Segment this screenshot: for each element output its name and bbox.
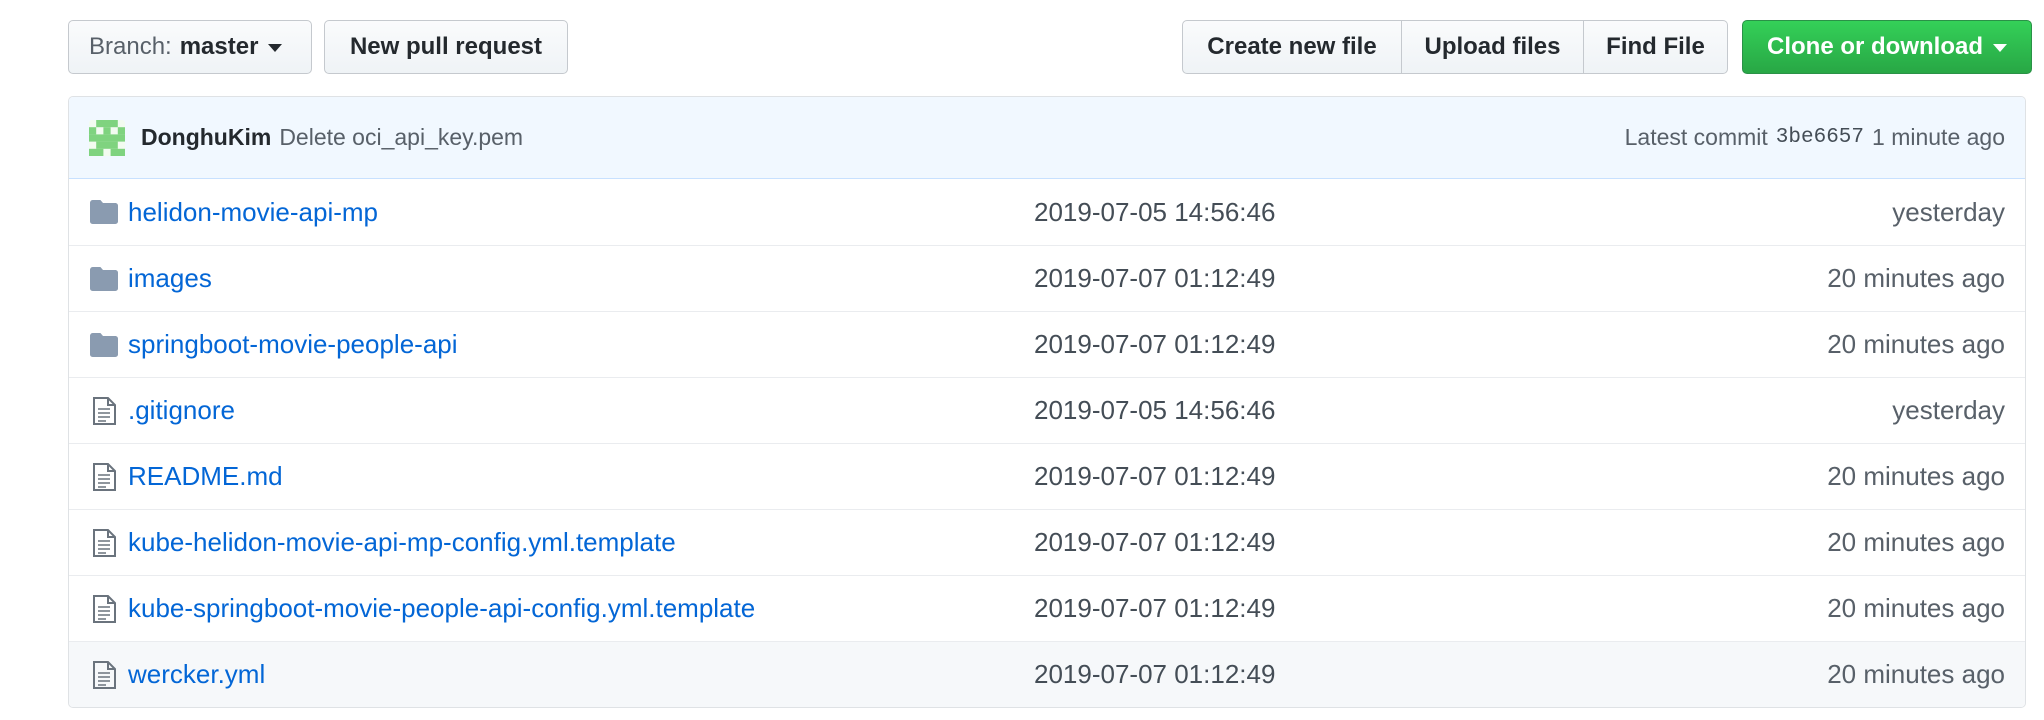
latest-commit-label: Latest commit bbox=[1624, 124, 1768, 150]
file-actions-group: Create new file Upload files Find File bbox=[1182, 20, 1728, 74]
file-icon bbox=[89, 528, 119, 558]
commit-author-link[interactable]: DonghuKim bbox=[141, 124, 271, 151]
file-icon bbox=[89, 462, 119, 492]
clone-or-download-label: Clone or download bbox=[1767, 33, 1983, 60]
file-row: springboot-movie-people-api 2019-07-07 0… bbox=[69, 311, 2025, 377]
file-age: 20 minutes ago bbox=[1827, 593, 2005, 623]
file-row: kube-springboot-movie-people-api-config.… bbox=[69, 575, 2025, 641]
file-age: yesterday bbox=[1892, 395, 2005, 425]
folder-icon bbox=[89, 330, 119, 360]
file-name-link[interactable]: springboot-movie-people-api bbox=[128, 329, 458, 360]
file-commit-date: 2019-07-05 14:56:46 bbox=[1034, 395, 1276, 425]
file-commit-date: 2019-07-07 01:12:49 bbox=[1034, 263, 1276, 293]
file-name-link[interactable]: README.md bbox=[128, 461, 283, 492]
branch-prefix-label: Branch: bbox=[89, 33, 172, 60]
find-file-button[interactable]: Find File bbox=[1584, 20, 1728, 74]
file-age: yesterday bbox=[1892, 196, 2005, 227]
file-commit-date: 2019-07-05 14:56:46 bbox=[1034, 196, 1276, 227]
file-list: helidon-movie-api-mp 2019-07-05 14:56:46… bbox=[69, 179, 2025, 707]
file-commit-date: 2019-07-07 01:12:49 bbox=[1034, 593, 1276, 623]
create-new-file-button[interactable]: Create new file bbox=[1182, 20, 1402, 74]
folder-icon bbox=[89, 264, 119, 294]
file-age: 20 minutes ago bbox=[1827, 263, 2005, 293]
commit-age: 1 minute ago bbox=[1872, 124, 2005, 150]
file-commit-date: 2019-07-07 01:12:49 bbox=[1034, 527, 1276, 557]
latest-commit-bar: DonghuKim Delete oci_api_key.pem Latest … bbox=[69, 97, 2025, 179]
file-name-link[interactable]: kube-helidon-movie-api-mp-config.yml.tem… bbox=[128, 527, 676, 558]
commit-sha-link[interactable]: 3be6657 bbox=[1776, 126, 1864, 149]
file-row: images 2019-07-07 01:12:49 20 minutes ag… bbox=[69, 245, 2025, 311]
file-row: helidon-movie-api-mp 2019-07-05 14:56:46… bbox=[69, 179, 2025, 245]
file-row: kube-helidon-movie-api-mp-config.yml.tem… bbox=[69, 509, 2025, 575]
file-age: 20 minutes ago bbox=[1827, 329, 2005, 359]
file-name-link[interactable]: images bbox=[128, 263, 212, 294]
repo-toolbar: Branch: master New pull request Create n… bbox=[68, 20, 2032, 76]
file-name-link[interactable]: helidon-movie-api-mp bbox=[128, 197, 378, 228]
file-age: 20 minutes ago bbox=[1827, 659, 2005, 689]
file-name-link[interactable]: kube-springboot-movie-people-api-config.… bbox=[128, 593, 755, 624]
folder-icon bbox=[89, 197, 119, 227]
file-icon bbox=[89, 660, 119, 690]
avatar[interactable] bbox=[89, 119, 125, 156]
identicon-avatar-icon bbox=[89, 119, 125, 156]
file-commit-date: 2019-07-07 01:12:49 bbox=[1034, 659, 1276, 689]
chevron-down-icon bbox=[1993, 44, 2007, 52]
clone-or-download-button[interactable]: Clone or download bbox=[1742, 20, 2032, 74]
file-table: DonghuKim Delete oci_api_key.pem Latest … bbox=[68, 96, 2026, 708]
file-commit-date: 2019-07-07 01:12:49 bbox=[1034, 329, 1276, 359]
file-name-link[interactable]: wercker.yml bbox=[128, 659, 265, 690]
branch-name-label: master bbox=[179, 33, 259, 60]
commit-message-link[interactable]: Delete oci_api_key.pem bbox=[279, 124, 523, 151]
new-pull-request-button[interactable]: New pull request bbox=[324, 20, 568, 74]
upload-files-button[interactable]: Upload files bbox=[1402, 20, 1584, 74]
file-icon bbox=[89, 396, 119, 426]
file-row: .gitignore 2019-07-05 14:56:46 yesterday bbox=[69, 377, 2025, 443]
file-commit-date: 2019-07-07 01:12:49 bbox=[1034, 461, 1276, 491]
latest-commit-info: Latest commit 3be6657 1 minute ago bbox=[1625, 124, 2005, 151]
file-name-link[interactable]: .gitignore bbox=[128, 395, 235, 426]
file-row: README.md 2019-07-07 01:12:49 20 minutes… bbox=[69, 443, 2025, 509]
file-age: 20 minutes ago bbox=[1827, 527, 2005, 557]
file-icon bbox=[89, 594, 119, 624]
file-age: 20 minutes ago bbox=[1827, 461, 2005, 491]
branch-select-button[interactable]: Branch: master bbox=[68, 20, 312, 74]
file-row: wercker.yml 2019-07-07 01:12:49 20 minut… bbox=[69, 641, 2025, 707]
chevron-down-icon bbox=[268, 44, 283, 52]
